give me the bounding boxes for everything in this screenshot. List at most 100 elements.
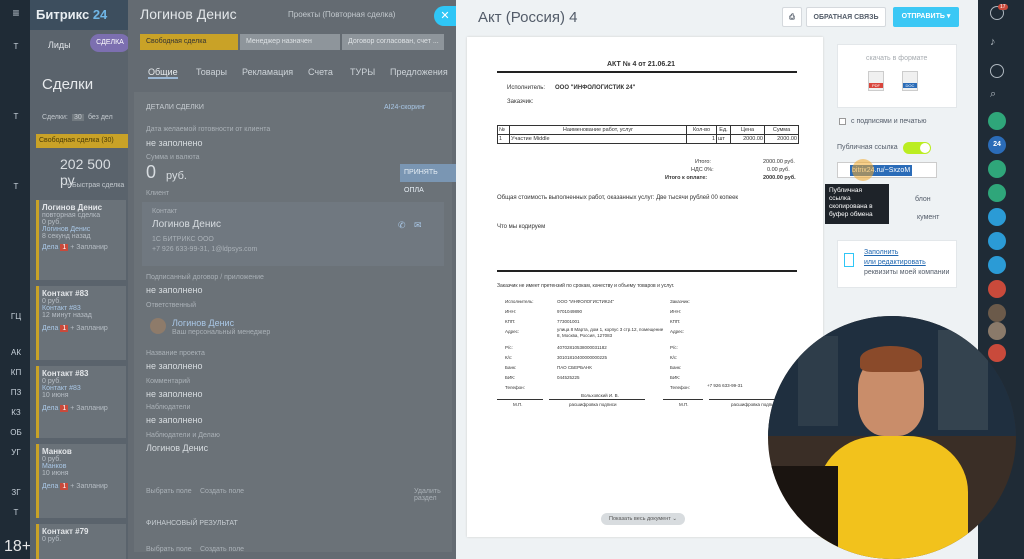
contact-phone[interactable]: +7 926 633-99-31, 1@ldpsys.com <box>152 246 257 253</box>
slider-header: Акт (Россия) 4 ⎙ ОБРАТНАЯ СВЯЗЬ ОТПРАВИТ… <box>456 0 978 34</box>
deal-card[interactable]: Контакт #83 0 руб. Контакт #83 10 июня Д… <box>36 366 126 438</box>
timer-icon[interactable] <box>990 64 1004 78</box>
print-icon[interactable]: ⎙ <box>782 7 802 27</box>
search-icon[interactable]: ⌕ <box>990 88 996 101</box>
company-requisites-box[interactable]: Заполнить или редактировать реквизиты мо… <box>837 240 957 288</box>
choose-field-link[interactable]: Выбрать поле <box>146 546 192 553</box>
deal-card[interactable]: Манков 0 руб. Манков 10 июня Дела 1 + За… <box>36 444 126 518</box>
nav-item-7[interactable]: ПЗ <box>6 386 26 400</box>
create-field-link[interactable]: Создать поле <box>200 546 244 553</box>
nav-item-4[interactable]: ГЦ <box>6 310 26 324</box>
close-icon[interactable]: ✕ <box>434 6 456 26</box>
create-field-link[interactable]: Создать поле <box>200 488 244 495</box>
group-avatar[interactable] <box>988 232 1006 250</box>
contact-name[interactable]: Логинов Денис <box>152 219 221 230</box>
signature-lines: М.П. расшифровка подписи М.П. расшифровк… <box>497 399 797 409</box>
call-avatar[interactable] <box>988 184 1006 202</box>
edit-link[interactable]: или редактировать <box>864 259 926 266</box>
responsible-name[interactable]: Логинов Денис <box>172 318 234 328</box>
crm-area: Битрикс 24 Лиды 8 СДЕЛКА Сделки Сделки: … <box>30 0 456 559</box>
stage-3[interactable]: Договор согласован, счет ... <box>342 34 444 50</box>
stage-2[interactable]: Менеджер назначен <box>240 34 340 50</box>
executor-label: Исполнитель: <box>507 85 546 91</box>
sum-text: Общая стоимость выполненных работ, оказа… <box>497 195 739 201</box>
field-label: Наблюдатели <box>146 404 191 411</box>
contact-avatar[interactable] <box>988 160 1006 178</box>
nav-item-5[interactable]: АК <box>6 346 26 360</box>
download-label: скачать в формате <box>866 55 928 62</box>
nav-item-8[interactable]: КЗ <box>6 406 26 420</box>
deal-card[interactable]: Контакт #79 0 руб. <box>36 524 126 559</box>
menu-icon[interactable]: ≡ <box>6 6 26 20</box>
notification-badge: 17 <box>998 4 1008 10</box>
age-rating: 18+ <box>4 538 32 555</box>
doc-icon[interactable]: DOC <box>902 71 918 91</box>
encode-text: Что мы кодируем <box>497 224 546 230</box>
deals-count: 30 <box>72 114 84 121</box>
deal-title: Логинов Денис <box>140 6 237 22</box>
bell-icon[interactable]: ♪ <box>990 36 996 48</box>
nav-item-9[interactable]: ОБ <box>6 426 26 440</box>
nav-item-6[interactable]: КП <box>6 366 26 380</box>
field-value: не заполнено <box>146 285 203 295</box>
chat-icon[interactable]: ✉ <box>414 220 422 231</box>
works-table: № Наименование работ, услуг Кол-во Ед. Ц… <box>497 125 799 144</box>
nav-item-2[interactable]: Т <box>6 110 26 124</box>
quick-deal-button[interactable]: + Быстрая сделка <box>66 182 124 189</box>
leads-tab[interactable]: Лиды <box>48 40 71 50</box>
tab-reclamation[interactable]: Рекламация <box>242 67 293 77</box>
nav-item-11[interactable]: ЗГ <box>6 486 26 500</box>
nav-item-10[interactable]: УГ <box>6 446 26 460</box>
send-button[interactable]: ОТПРАВИТЬ ▾ <box>893 7 959 27</box>
field-label: Контакт <box>152 208 178 215</box>
group-avatar[interactable] <box>988 208 1006 226</box>
nav-item-1[interactable]: Т <box>6 40 26 54</box>
copied-tooltip: Публичная ссылка скопирована в буфер обм… <box>825 184 889 224</box>
deal-project[interactable]: Проекты (Повторная сделка) <box>288 10 395 19</box>
public-link-field[interactable]: bitrix24.ru/~SxzoM <box>837 159 937 181</box>
nav-item-3[interactable]: Т <box>6 180 26 194</box>
delete-section-link[interactable]: Удалить раздел <box>414 488 456 502</box>
section-title: ФИНАНСОВЫЙ РЕЗУЛЬТАТ <box>146 520 238 527</box>
requisites-left-labels: Исполнитель: ИНН: КПП: Адрес: Р/с: К/с: Банк: Б… <box>505 299 534 390</box>
phone-icon[interactable]: ✆ <box>398 220 406 231</box>
show-full-document-button[interactable]: Показать весь документ ⌄ <box>601 513 685 525</box>
template-link[interactable]: блон <box>915 196 931 203</box>
group-avatar[interactable] <box>988 256 1006 274</box>
accept-payment-button[interactable]: ПРИНЯТЬ ОПЛА <box>400 164 456 194</box>
stage-column-header[interactable]: Свободная сделка (30) <box>36 134 128 148</box>
public-link-toggle[interactable] <box>903 142 931 154</box>
left-nav: ≡ Т Т Т ГЦ АК КП ПЗ КЗ ОБ УГ ЗГ Т 18+ <box>0 0 32 559</box>
deals-tab[interactable]: СДЕЛКА <box>90 34 130 52</box>
deals-filter[interactable]: без дел <box>88 114 113 121</box>
bitrix-avatar[interactable]: 24 <box>988 136 1006 154</box>
deal-card[interactable]: Контакт #83 0 руб. Контакт #83 12 минут … <box>36 286 126 360</box>
requisites-right-labels: Заказчик: ИНН: КПП: Адрес: Р/с: К/с: Банк: БИК:… <box>670 299 690 390</box>
feedback-button[interactable]: ОБРАТНАЯ СВЯЗЬ <box>806 7 886 27</box>
presenter-video <box>768 316 1016 559</box>
fill-link[interactable]: Заполнить <box>864 249 898 256</box>
document-link[interactable]: кумент <box>917 214 939 221</box>
presenter-shirt <box>818 436 968 559</box>
pdf-icon[interactable]: PDF <box>868 71 884 91</box>
customer-phone: +7 926 633-99-31 <box>707 383 743 388</box>
deal-card[interactable]: Логинов Денис повторная сделка 0 руб. Ло… <box>36 200 126 280</box>
public-link-label: Публичная ссылка <box>837 144 898 151</box>
pay-label: Итого к оплате: <box>665 175 708 181</box>
vat-label: НДС 0%: <box>691 167 714 173</box>
contact-avatar[interactable] <box>988 112 1006 130</box>
field-value: Логинов Денис <box>146 443 209 453</box>
page-title: Сделки <box>42 76 94 93</box>
contact-avatar[interactable] <box>988 280 1006 298</box>
responsible-role: Ваш персональный менеджер <box>172 329 271 336</box>
choose-field-link[interactable]: Выбрать поле <box>146 488 192 495</box>
tab-general[interactable]: Общие <box>148 67 178 79</box>
nav-item-12[interactable]: Т <box>6 506 26 520</box>
tab-offers[interactable]: Предложения <box>390 67 448 77</box>
tab-tours[interactable]: ТУРЫ <box>350 67 375 77</box>
tab-invoices[interactable]: Счета <box>308 67 333 77</box>
tab-products[interactable]: Товары <box>196 67 227 77</box>
ai-scoring-link[interactable]: AI24-скоринг <box>384 104 426 111</box>
with-signature-checkbox[interactable] <box>839 118 846 125</box>
stage-1[interactable]: Свободная сделка <box>140 34 238 50</box>
